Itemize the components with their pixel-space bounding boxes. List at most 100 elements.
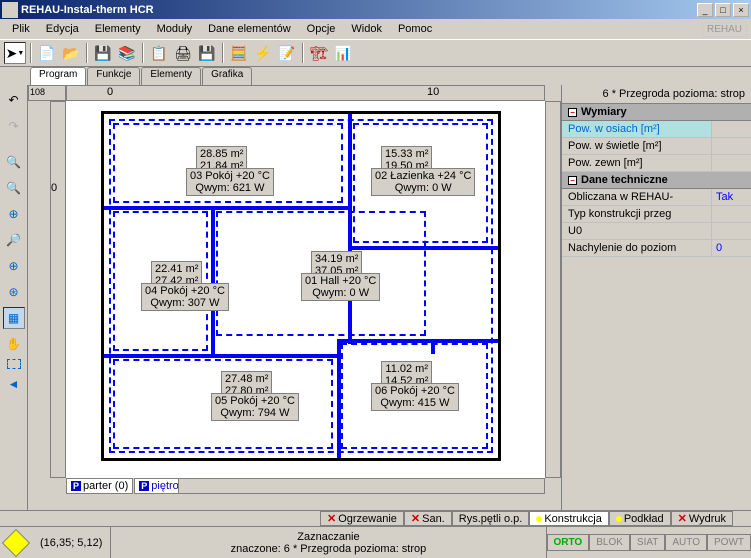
view-tabs: Program Funkcje Elementy Grafika: [0, 67, 751, 85]
mode-tab[interactable]: ORTO: [547, 534, 590, 551]
menu-opcje[interactable]: Opcje: [299, 21, 344, 37]
open-icon[interactable]: 📂: [60, 42, 82, 64]
room-info: 03 Pokój +20 °CQwym: 621 W: [186, 168, 274, 196]
redo-icon[interactable]: ↷: [3, 115, 25, 137]
zoom-region-icon[interactable]: 🔎: [3, 229, 25, 251]
layer-tab[interactable]: ✕Wydruk: [671, 511, 733, 526]
left-toolbar: ↶ ↷ 🔍 🔍 ⊕ 🔎 ⊕ ⊛ ▦ ✋ ◄: [0, 85, 28, 510]
property-value[interactable]: 0: [711, 240, 751, 256]
mode-tab[interactable]: AUTO: [665, 534, 707, 551]
zoom-plus-icon[interactable]: ⊕: [3, 255, 25, 277]
property-value[interactable]: [711, 223, 751, 239]
save-icon[interactable]: 💾: [92, 42, 114, 64]
print-icon[interactable]: 🖨: [172, 42, 194, 64]
menu-moduly[interactable]: Moduły: [149, 21, 200, 37]
window-title: REHAU-Instal-therm HCR: [21, 4, 695, 16]
pan-icon[interactable]: ✋: [3, 333, 25, 355]
menu-edycja[interactable]: Edycja: [38, 21, 87, 37]
property-value[interactable]: Tak: [711, 189, 751, 205]
tool-b-icon[interactable]: 📊: [332, 42, 354, 64]
new-icon[interactable]: 📄: [36, 42, 58, 64]
section-wymiary[interactable]: −Wymiary: [562, 104, 751, 121]
status-action: Zaznaczanie znaczone: 6 * Przegroda pozi…: [111, 527, 546, 558]
property-row[interactable]: Typ konstrukcji przeg: [562, 206, 751, 223]
property-label: U0: [562, 223, 711, 239]
mode-tab[interactable]: BLOK: [589, 534, 630, 551]
minimize-button[interactable]: _: [697, 3, 713, 17]
property-label: Pow. zewn [m²]: [562, 155, 711, 171]
property-row[interactable]: Pow. w osiach [m²]: [562, 121, 751, 138]
floor-tab-parter[interactable]: Pparter (0): [66, 478, 133, 494]
section-dane[interactable]: −Dane techniczne: [562, 172, 751, 189]
property-value[interactable]: [711, 121, 751, 137]
drawing-canvas[interactable]: 28.85 m²21.84 m²03 Pokój +20 °CQwym: 621…: [66, 101, 545, 478]
property-row[interactable]: U0: [562, 223, 751, 240]
export-icon[interactable]: 💾: [196, 42, 218, 64]
properties-panel: 6 * Przegroda pozioma: strop −Wymiary Po…: [561, 85, 751, 510]
room-info: 04 Pokój +20 °CQwym: 307 W: [141, 283, 229, 311]
property-row[interactable]: Obliczana w REHAU-Tak: [562, 189, 751, 206]
status-coords: (16,35; 5,12): [32, 527, 111, 558]
ruler-corner: 108: [28, 85, 66, 101]
room-info: 06 Pokój +20 °CQwym: 415 W: [371, 383, 459, 411]
property-value[interactable]: [711, 206, 751, 222]
scrollbar-horizontal[interactable]: [178, 478, 545, 494]
layer-tab[interactable]: Konstrukcja: [529, 511, 608, 526]
tab-program[interactable]: Program: [30, 67, 86, 85]
tab-funkcje[interactable]: Funkcje: [87, 67, 140, 85]
pointer-tool[interactable]: ➤▼: [4, 42, 26, 64]
brand-logo: REHAU: [702, 22, 747, 37]
close-button[interactable]: ×: [733, 3, 749, 17]
undo-icon[interactable]: ↶: [3, 89, 25, 111]
select-rect-icon[interactable]: [7, 359, 21, 369]
layer-tabs: ✕Ogrzewanie✕San.Rys.pętli o.p.Konstrukcj…: [0, 510, 751, 526]
room-info: 05 Pokój +20 °CQwym: 794 W: [211, 393, 299, 421]
nav-left-icon[interactable]: ◄: [3, 373, 25, 395]
ruler-vertical: 0: [50, 101, 66, 478]
property-row[interactable]: Pow. w świetle [m²]: [562, 138, 751, 155]
zoom-out-icon[interactable]: 🔍: [3, 177, 25, 199]
property-row[interactable]: Pow. zewn [m²]: [562, 155, 751, 172]
room-info: 01 Hall +20 °CQwym: 0 W: [301, 273, 380, 301]
tab-elementy[interactable]: Elementy: [141, 67, 201, 85]
menu-elementy[interactable]: Elementy: [87, 21, 149, 37]
tool-a-icon[interactable]: 🏗: [308, 42, 330, 64]
bolt-icon[interactable]: ⚡: [252, 42, 274, 64]
property-row[interactable]: Nachylenie do poziom0: [562, 240, 751, 257]
statusbar: (16,35; 5,12) Zaznaczanie znaczone: 6 * …: [0, 526, 751, 558]
property-value[interactable]: [711, 138, 751, 154]
menu-widok[interactable]: Widok: [343, 21, 390, 37]
property-label: Pow. w osiach [m²]: [562, 121, 711, 137]
zoom-fit-icon[interactable]: ⊕: [3, 203, 25, 225]
mode-tab[interactable]: SIAT: [630, 534, 665, 551]
canvas-area: 108 0 10 0: [28, 85, 561, 510]
menu-plik[interactable]: Plik: [4, 21, 38, 37]
layer-tab[interactable]: ✕Ogrzewanie: [320, 511, 404, 526]
mode-tab[interactable]: POWT: [707, 534, 751, 551]
save-all-icon[interactable]: 📚: [116, 42, 138, 64]
property-value[interactable]: [711, 155, 751, 171]
maximize-button[interactable]: □: [715, 3, 731, 17]
ruler-horizontal: 0 10: [66, 85, 545, 101]
menu-dane[interactable]: Dane elementów: [200, 21, 299, 37]
property-label: Pow. w świetle [m²]: [562, 138, 711, 154]
zoom-target-icon[interactable]: ⊛: [3, 281, 25, 303]
property-label: Typ konstrukcji przeg: [562, 206, 711, 222]
grid-view-icon[interactable]: ▦: [3, 307, 25, 329]
menu-pomoc[interactable]: Pomoc: [390, 21, 440, 37]
warning-icon: [2, 528, 30, 556]
copy-icon[interactable]: 📋: [148, 42, 170, 64]
panel-title: 6 * Przegroda pozioma: strop: [562, 85, 751, 104]
floorplan: 28.85 m²21.84 m²03 Pokój +20 °CQwym: 621…: [101, 111, 501, 461]
property-label: Nachylenie do poziom: [562, 240, 711, 256]
sheet-icon[interactable]: 📝: [276, 42, 298, 64]
layer-tab[interactable]: Podkład: [609, 511, 671, 526]
app-icon: [2, 2, 18, 18]
layer-tab[interactable]: Rys.pętli o.p.: [452, 511, 530, 526]
layer-tab[interactable]: ✕San.: [404, 511, 452, 526]
zoom-in-icon[interactable]: 🔍: [3, 151, 25, 173]
scrollbar-vertical[interactable]: [545, 101, 561, 478]
main-toolbar: ➤▼ 📄 📂 💾 📚 📋 🖨 💾 🧮 ⚡ 📝 🏗 📊: [0, 39, 751, 67]
calc-icon[interactable]: 🧮: [228, 42, 250, 64]
tab-grafika[interactable]: Grafika: [202, 67, 252, 85]
